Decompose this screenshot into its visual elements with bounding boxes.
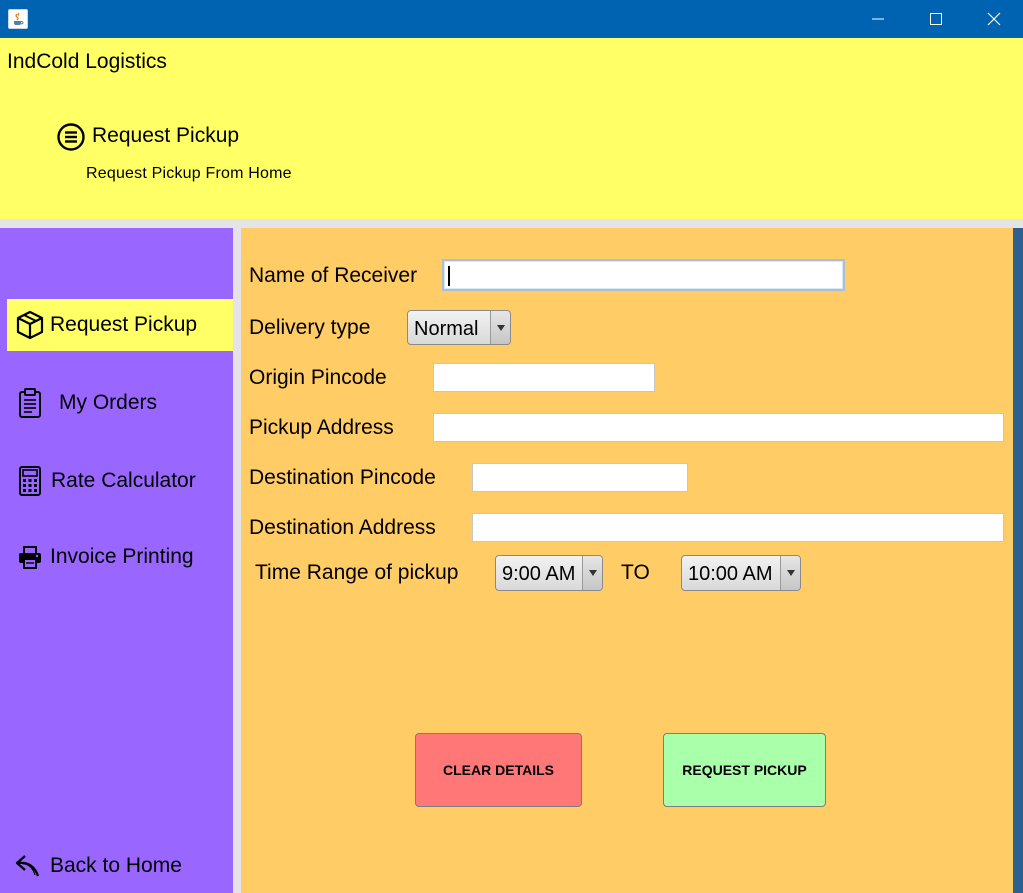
printer-icon [19, 546, 41, 569]
request-pickup-button[interactable]: REQUEST PICKUP [663, 733, 826, 807]
sidebar-item-label: My Orders [59, 391, 158, 414]
delivery-type-select[interactable]: Normal [407, 310, 511, 345]
clear-details-button[interactable]: CLEAR DETAILS [415, 733, 582, 807]
delivery-type-label: Delivery type [249, 316, 371, 339]
origin-pincode-input[interactable] [433, 363, 655, 392]
page-title: Request Pickup [92, 124, 240, 147]
sidebar-item-my-orders[interactable]: My Orders [7, 377, 233, 429]
time-range-separator: TO [621, 561, 650, 584]
sidebar-item-rate-calculator[interactable]: Rate Calculator [7, 455, 233, 507]
delivery-type-value: Normal [414, 318, 479, 340]
chevron-down-icon[interactable] [780, 556, 800, 590]
app-name: IndCold Logistics [7, 50, 167, 73]
origin-pincode-label: Origin Pincode [249, 366, 387, 389]
pickup-from-time-select[interactable]: 9:00 AM [495, 555, 603, 591]
destination-address-label: Destination Address [249, 516, 436, 539]
pickup-to-time-value: 10:00 AM [688, 563, 773, 585]
sidebar-item-label: Rate Calculator [51, 469, 196, 492]
text-caret [448, 266, 450, 286]
sidebar-item-label: Request Pickup [50, 313, 198, 336]
pickup-address-label: Pickup Address [249, 416, 394, 439]
pickup-to-time-select[interactable]: 10:00 AM [681, 555, 801, 591]
page-subtitle: Request Pickup From Home [86, 165, 292, 182]
clipboard-icon [19, 388, 41, 418]
close-icon [987, 12, 1001, 26]
maximize-icon [930, 13, 942, 25]
back-arrow-icon [15, 855, 40, 877]
receiver-name-label: Name of Receiver [249, 264, 418, 287]
maximize-button[interactable] [907, 0, 965, 38]
receiver-name-input[interactable] [442, 259, 845, 291]
package-icon [16, 310, 44, 340]
time-range-label: Time Range of pickup [255, 561, 459, 584]
calculator-icon [19, 466, 41, 496]
chevron-down-icon[interactable] [582, 556, 602, 590]
back-to-home-label: Back to Home [50, 854, 182, 877]
close-button[interactable] [965, 0, 1023, 38]
sidebar-item-request-pickup[interactable]: Request Pickup [7, 299, 233, 351]
destination-address-input[interactable] [472, 513, 1004, 542]
chevron-down-icon[interactable] [490, 311, 510, 344]
list-circle-icon [57, 123, 85, 151]
title-bar [0, 0, 1023, 38]
pickup-address-input[interactable] [433, 413, 1004, 442]
panel-gutter [233, 228, 241, 893]
java-icon [8, 9, 28, 29]
destination-pincode-input[interactable] [472, 463, 688, 492]
minimize-icon [872, 18, 884, 20]
sidebar-item-label: Invoice Printing [50, 545, 194, 568]
back-to-home-link[interactable]: Back to Home [7, 840, 233, 892]
destination-pincode-label: Destination Pincode [249, 466, 436, 489]
page-header: IndCold Logistics Request Pickup Request… [0, 38, 1023, 219]
divider [0, 219, 1023, 228]
sidebar-item-invoice-printing[interactable]: Invoice Printing [7, 531, 233, 583]
window-edge [1013, 228, 1023, 893]
minimize-button[interactable] [849, 0, 907, 38]
pickup-from-time-value: 9:00 AM [502, 563, 576, 585]
